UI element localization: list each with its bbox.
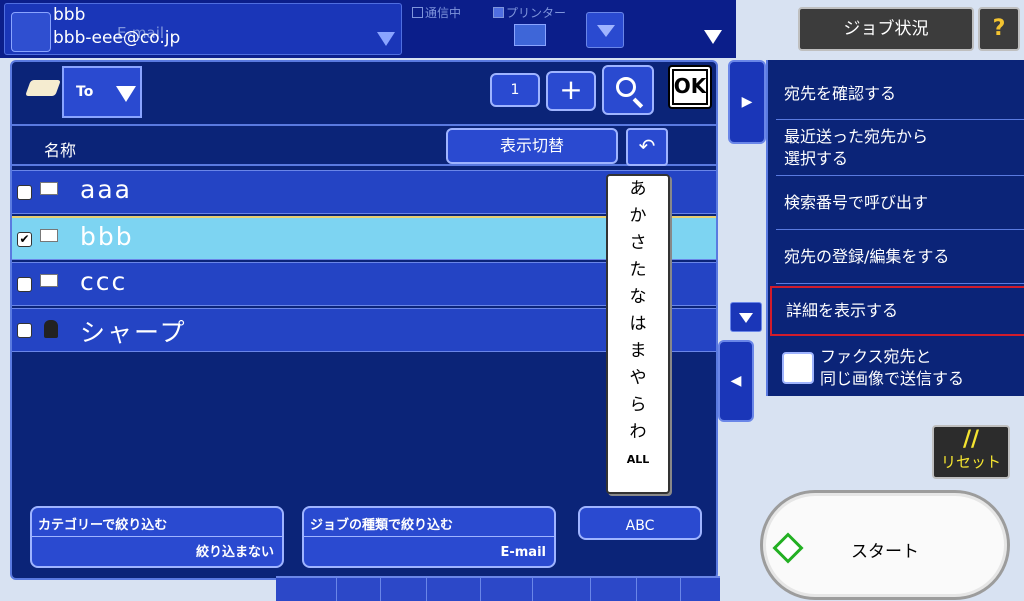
undo-button[interactable]: ↶	[626, 128, 668, 166]
index-tab-ka[interactable]: か	[608, 203, 668, 230]
toolbar-slot[interactable]	[680, 578, 720, 601]
chevron-down-icon	[377, 32, 395, 46]
start-label: スタート	[851, 542, 919, 562]
collapse-panel-button[interactable]: ◀	[718, 340, 754, 422]
index-tab-na[interactable]: な	[608, 284, 668, 311]
side-menu-toggle[interactable]: ▶	[728, 60, 766, 144]
status-comm-label: 通信中	[425, 6, 462, 20]
abc-button[interactable]: ABC	[578, 506, 702, 540]
reset-icon: //	[962, 427, 980, 452]
start-button[interactable]: スタート	[760, 490, 1010, 600]
divider	[32, 536, 282, 537]
kana-index-bar: あ か さ た な は ま や ら わ ALL	[606, 174, 670, 494]
chevron-down-icon	[116, 86, 136, 102]
add-button[interactable]: +	[546, 71, 596, 111]
entry-name: シャープ	[80, 318, 187, 347]
entry-name: ccc	[80, 267, 128, 296]
toolbar-slot[interactable]	[336, 578, 376, 601]
mail-icon	[40, 229, 58, 242]
menu-recent-destinations[interactable]: 最近送った宛先から 選択する	[776, 120, 1024, 176]
filter-job-type-button[interactable]: ジョブの種類で絞り込む E-mail	[302, 506, 556, 568]
chevron-down-icon	[739, 313, 753, 323]
undo-icon: ↶	[638, 134, 656, 158]
status-printer-label: プリンター	[506, 6, 567, 20]
index-tab-sa[interactable]: さ	[608, 230, 668, 257]
index-tab-ha[interactable]: は	[608, 311, 668, 338]
search-icon-handle	[632, 97, 644, 109]
index-tab-ta[interactable]: た	[608, 257, 668, 284]
entry-checkbox[interactable]	[17, 277, 32, 292]
side-menu-scroll-down[interactable]	[730, 302, 762, 332]
check-icon: ✔	[19, 232, 30, 246]
divider	[304, 536, 554, 537]
book-icon	[25, 80, 61, 96]
play-icon: ▶	[741, 94, 753, 110]
chevron-down-icon	[597, 25, 615, 37]
destination-name: bbb	[53, 5, 86, 25]
destination-address: bbb-eee@co.jp	[53, 28, 181, 48]
fax-same-image-label: ファクス宛先と 同じ画像で送信する	[820, 347, 965, 388]
toolbar-slot[interactable]	[590, 578, 630, 601]
menu-register-edit[interactable]: 宛先の登録/編集をする	[776, 230, 1024, 284]
status-communicating: 通信中	[412, 4, 461, 21]
help-button[interactable]: ?	[978, 7, 1020, 51]
index-tab-ra[interactable]: ら	[608, 392, 668, 419]
menu-show-details[interactable]: 詳細を表示する	[770, 286, 1024, 336]
menu-search-number[interactable]: 検索番号で呼び出す	[776, 176, 1024, 230]
name-column-header: 名称	[44, 141, 77, 160]
count-button[interactable]: 1	[490, 73, 540, 107]
fax-same-image-checkbox[interactable]	[782, 352, 814, 384]
search-button[interactable]	[602, 65, 654, 115]
checkbox-icon	[493, 7, 504, 18]
start-icon	[772, 532, 804, 564]
entry-name: aaa	[80, 175, 132, 204]
toggle-display-button[interactable]: 表示切替	[446, 128, 618, 164]
filter-category-title: カテゴリーで絞り込む	[38, 518, 168, 533]
toolbar-slot[interactable]	[532, 578, 572, 601]
toolbar-slot[interactable]	[426, 578, 466, 601]
mail-icon	[40, 182, 58, 195]
reset-button[interactable]: // リセット	[932, 425, 1010, 479]
entry-checkbox[interactable]: ✔	[17, 232, 32, 247]
search-icon	[616, 77, 636, 97]
status-expand-button[interactable]	[586, 12, 624, 48]
entry-checkbox[interactable]	[17, 323, 32, 338]
index-tab-all[interactable]: ALL	[608, 446, 668, 473]
bottom-toolbar	[276, 576, 720, 601]
filter-job-title: ジョブの種類で絞り込む	[310, 518, 454, 533]
address-book-dialog: To 1 + OK 名称 表示切替 ↶ aaa ✔ bbb ccc シャープ あ…	[10, 60, 718, 580]
top-bar: bbb E-mail bbb-eee@co.jp 通信中 プリンター	[0, 0, 736, 58]
index-tab-a[interactable]: あ	[608, 176, 668, 203]
filter-category-button[interactable]: カテゴリーで絞り込む 絞り込まない	[30, 506, 284, 568]
job-status-button[interactable]: ジョブ状況	[798, 7, 974, 51]
menu-confirm-destination[interactable]: 宛先を確認する	[776, 74, 1024, 120]
toolbar-slot[interactable]	[380, 578, 420, 601]
destination-display[interactable]: bbb E-mail bbb-eee@co.jp	[4, 3, 402, 55]
index-tab-ma[interactable]: ま	[608, 338, 668, 365]
printer-icon	[514, 24, 546, 46]
reset-label: リセット	[940, 453, 1001, 471]
toolbar-slot[interactable]	[480, 578, 520, 601]
toolbar-slot[interactable]	[636, 578, 676, 601]
to-label: To	[76, 84, 94, 100]
entry-name: bbb	[80, 222, 134, 251]
index-tab-ya[interactable]: や	[608, 365, 668, 392]
filter-category-value: 絞り込まない	[195, 545, 274, 560]
list-header: 名称 表示切替 ↶	[12, 124, 716, 166]
ok-button[interactable]: OK	[668, 65, 712, 109]
entry-checkbox[interactable]	[17, 185, 32, 200]
back-icon: ◀	[730, 373, 742, 389]
destination-dropdown-arrow[interactable]	[704, 30, 722, 44]
index-tab-wa[interactable]: わ	[608, 419, 668, 446]
checkbox-icon	[412, 7, 423, 18]
to-selector[interactable]: To	[62, 66, 142, 118]
address-book-icon	[11, 12, 51, 52]
mail-icon	[40, 274, 58, 287]
filter-job-value: E-mail	[500, 545, 546, 560]
group-icon	[44, 320, 58, 338]
status-printer: プリンター	[493, 4, 566, 21]
